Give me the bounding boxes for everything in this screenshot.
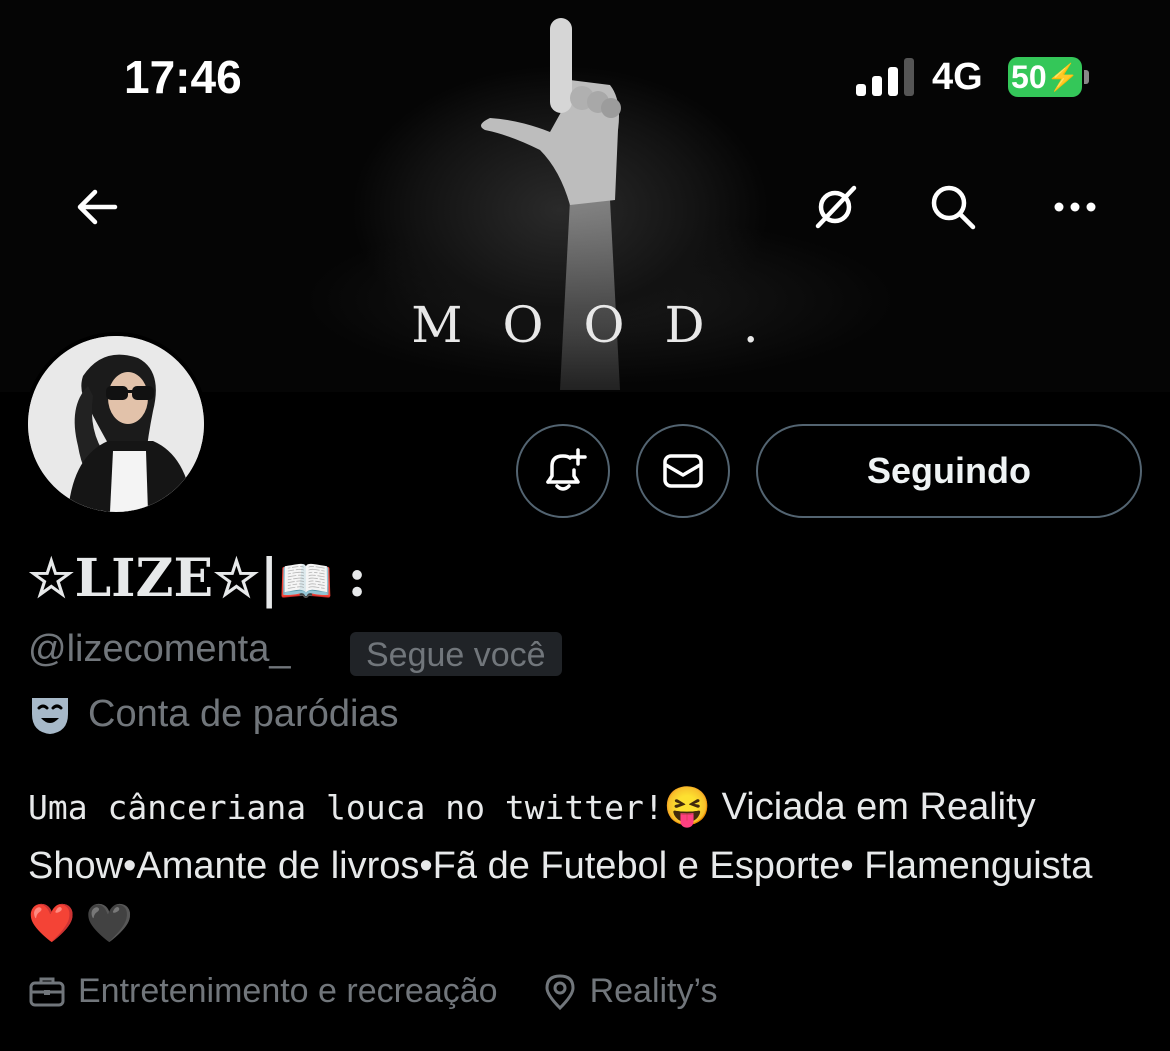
- battery-indicator: 50 ⚡: [1008, 56, 1090, 98]
- category-label: Entretenimento e recreação: [78, 972, 498, 1010]
- location-item: Reality’s: [542, 972, 718, 1011]
- following-button[interactable]: Seguindo: [756, 424, 1142, 518]
- charging-bolt-icon: ⚡: [1046, 61, 1079, 92]
- avatar-image: [28, 336, 204, 512]
- profile-meta: Entretenimento e recreação Reality’s: [28, 972, 761, 1011]
- bio-emoji-black-heart: 🖤: [75, 903, 134, 945]
- cellular-signal-icon: [856, 58, 914, 96]
- grok-button[interactable]: [800, 172, 870, 242]
- notifications-button[interactable]: [516, 424, 610, 518]
- profile-avatar[interactable]: [24, 332, 208, 516]
- theater-mask-icon: [32, 698, 68, 734]
- parody-label-row[interactable]: Conta de paródias: [28, 692, 399, 736]
- banner-text: MOOD.: [411, 296, 799, 354]
- bio-emoji-red-heart: ❤️: [28, 903, 76, 945]
- message-button[interactable]: [636, 424, 730, 518]
- search-button[interactable]: [918, 172, 988, 242]
- display-name-suffix: :: [347, 548, 367, 609]
- grok-icon: [815, 185, 857, 229]
- search-icon: [931, 185, 976, 230]
- battery-cap: [1084, 70, 1089, 84]
- more-button[interactable]: [1040, 172, 1110, 242]
- display-name: ☆LIZE☆|📖:: [28, 548, 367, 609]
- battery-percent: 50: [1011, 58, 1047, 95]
- location-pin-icon: [545, 973, 575, 1010]
- display-name-text: ☆LIZE☆|: [28, 548, 279, 609]
- envelope-icon: [663, 454, 703, 488]
- network-type: 4G: [932, 56, 983, 98]
- back-arrow-icon: [77, 189, 118, 225]
- parody-label: Conta de paródias: [88, 692, 399, 735]
- more-icon: [1054, 202, 1096, 212]
- bio-emoji-tongue: 😝: [663, 786, 712, 828]
- username-handle: @lizecomenta_: [28, 628, 291, 670]
- location-label: Reality’s: [589, 972, 718, 1010]
- back-button[interactable]: [62, 172, 132, 242]
- category-item: Entretenimento e recreação: [28, 972, 498, 1011]
- status-time: 17:46: [124, 51, 242, 103]
- briefcase-icon: [29, 977, 65, 1006]
- follows-you-badge: Segue você: [350, 632, 562, 676]
- book-emoji: 📖: [278, 556, 334, 607]
- bell-plus-icon: [546, 448, 587, 491]
- bio-text-1: Uma cânceriana louca no twitter!: [28, 788, 664, 827]
- profile-bio: Uma cânceriana louca no twitter!😝 Viciad…: [28, 778, 1138, 953]
- battery-body: 50 ⚡: [1008, 57, 1082, 97]
